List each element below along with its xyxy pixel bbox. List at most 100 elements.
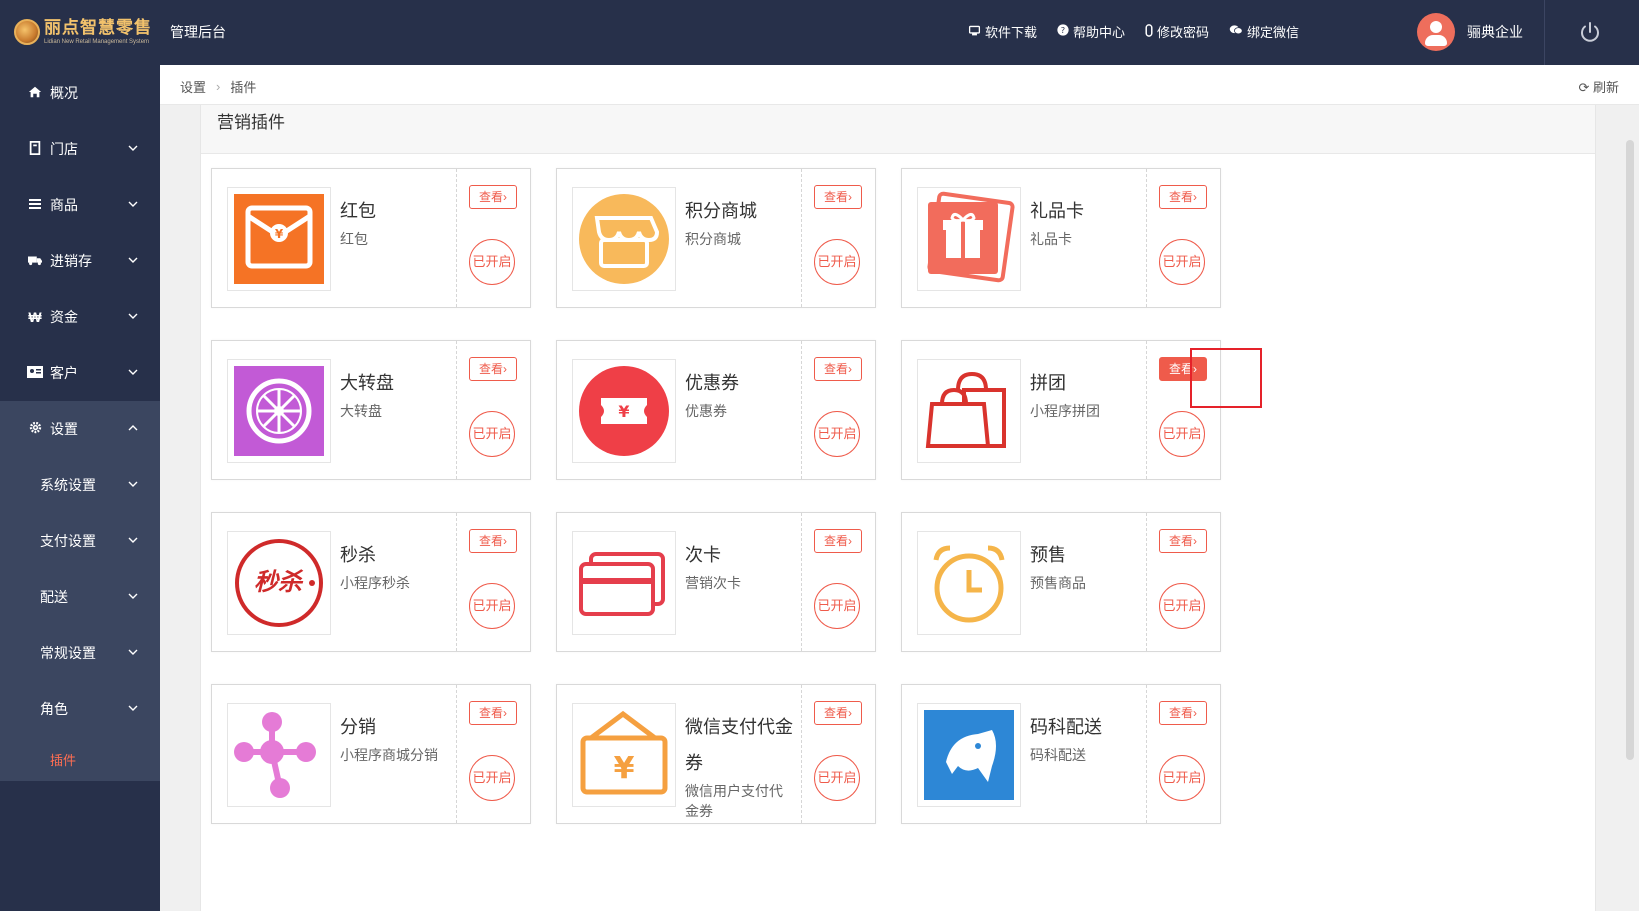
power-icon[interactable] [1578,20,1602,44]
refresh-icon: ⟳ [1578,80,1590,95]
gear-icon [26,421,44,437]
chevron-down-icon [128,145,138,151]
sidebar-item-system-settings[interactable]: 系统设置 [0,457,160,513]
breadcrumb: 设置 › 插件 [180,77,256,96]
view-button-label: 查看 [823,706,848,720]
sidebar-item-overview[interactable]: 概况 [0,65,160,121]
admin-title: 管理后台 [170,24,226,40]
svg-text:¥: ¥ [614,751,635,786]
chevron-down-icon [128,593,138,599]
view-button-label: 查看 [1168,190,1193,204]
breadcrumb-bar: 设置 › 插件 ⟳ 刷新 [160,65,1639,105]
view-button[interactable]: 查看› [1159,701,1207,725]
sidebar-item-funds[interactable]: ₩ 资金 [0,289,160,345]
plugin-description: 小程序商城分销 [340,747,438,763]
plugin-card: 次卡 营销次卡 查看› 已开启 [556,512,876,652]
status-badge: 已开启 [1159,755,1205,801]
view-button[interactable]: 查看› [814,701,862,725]
bind-wechat-link[interactable]: 绑定微信 [1229,22,1299,41]
chevron-down-icon [128,649,138,655]
view-button-label: 查看 [1168,362,1193,376]
card-divider [1146,513,1147,651]
plugin-description: 微信用户支付代金券 [685,783,783,819]
sidebar-item-payment-settings[interactable]: 支付设置 [0,513,160,569]
chevron-down-icon [128,537,138,543]
view-button[interactable]: 查看› [814,357,862,381]
svg-text:¥: ¥ [618,402,629,421]
logo[interactable]: 丽点智慧零售 Lidian New Retail Management Syst… [14,14,152,50]
view-button-label: 查看 [1168,534,1193,548]
plugin-card: 大转盘 大转盘 查看› 已开启 [211,340,531,480]
sidebar-item-products[interactable]: 商品 [0,177,160,233]
sidebar-item-settings[interactable]: 设置 [0,401,160,457]
view-button-label: 查看 [823,362,848,376]
status-badge: 已开启 [814,583,860,629]
breadcrumb-item-plugins: 插件 [230,80,257,95]
refresh-button[interactable]: ⟳ 刷新 [1578,77,1619,96]
plugin-title: 优惠券 [685,373,739,393]
status-badge: 已开启 [814,411,860,457]
chevron-right-icon: › [848,362,852,376]
scrollbar[interactable] [1626,140,1634,760]
help-link[interactable]: ? 帮助中心 [1057,22,1125,41]
chevron-right-icon: › [503,706,507,720]
user-name: 骊典企业 [1467,24,1523,40]
download-link[interactable]: 软件下载 [968,22,1037,41]
sidebar-item-store[interactable]: 门店 [0,121,160,177]
section-title: 营销插件 [201,105,1595,154]
view-button[interactable]: 查看› [469,701,517,725]
status-badge: 已开启 [814,755,860,801]
card-divider [456,513,457,651]
gift-card-icon [917,187,1021,291]
truck-icon [26,253,44,269]
sidebar-item-roles[interactable]: 角色 [0,681,160,737]
view-button[interactable]: 查看› [469,185,517,209]
top-bar: 丽点智慧零售 Lidian New Retail Management Syst… [0,0,1639,65]
store-icon [26,140,44,158]
breadcrumb-item-settings[interactable]: 设置 [180,77,206,96]
view-button[interactable]: 查看› [1159,357,1207,381]
plugin-title: 预售 [1030,545,1066,565]
chevron-down-icon [128,257,138,263]
top-actions: 软件下载 ? 帮助中心 修改密码 绑定微信 [948,22,1299,41]
chevron-up-icon [128,425,138,431]
plugin-description: 预售商品 [1030,575,1086,591]
card-divider [801,685,802,823]
breadcrumb-separator-icon: › [216,79,221,94]
view-button[interactable]: 查看› [469,529,517,553]
view-button-label: 查看 [1168,706,1193,720]
card-divider [456,685,457,823]
view-button[interactable]: 查看› [814,185,862,209]
card-divider [801,341,802,479]
sidebar-item-delivery[interactable]: 配送 [0,569,160,625]
plugin-card: 预售预售商品 查看› 已开启 [901,512,1221,652]
card-divider [801,169,802,307]
view-button-label: 查看 [478,534,503,548]
coupon-icon: ¥ [572,359,676,463]
plugin-description: 小程序拼团 [1030,403,1100,419]
settings-submenu: 系统设置 支付设置 配送 常规设置 角色 插件 [0,457,160,781]
view-button[interactable]: 查看› [1159,185,1207,209]
plugin-title: 拼团 [1030,373,1066,393]
change-password-link[interactable]: 修改密码 [1145,22,1209,41]
sidebar-item-plugins[interactable]: 插件 [0,737,160,781]
view-button[interactable]: 查看› [1159,529,1207,553]
plugin-description: 营销次卡 [685,575,741,591]
lock-icon [1145,23,1153,40]
plugin-description: 大转盘 [340,403,382,419]
view-button-label: 查看 [478,706,503,720]
status-badge: 已开启 [469,583,515,629]
svg-text:¥: ¥ [275,227,284,241]
svg-text:?: ? [1061,25,1065,35]
chevron-down-icon [128,705,138,711]
chevron-right-icon: › [503,534,507,548]
plugin-description: 小程序秒杀 [340,575,410,591]
status-badge: 已开启 [1159,583,1205,629]
view-button[interactable]: 查看› [814,529,862,553]
view-button[interactable]: 查看› [469,357,517,381]
sidebar-item-general-settings[interactable]: 常规设置 [0,625,160,681]
sidebar-item-customers[interactable]: 客户 [0,345,160,401]
user-menu[interactable]: 骊典企业 [1417,13,1523,51]
sidebar-item-inventory[interactable]: 进销存 [0,233,160,289]
status-badge: 已开启 [469,411,515,457]
